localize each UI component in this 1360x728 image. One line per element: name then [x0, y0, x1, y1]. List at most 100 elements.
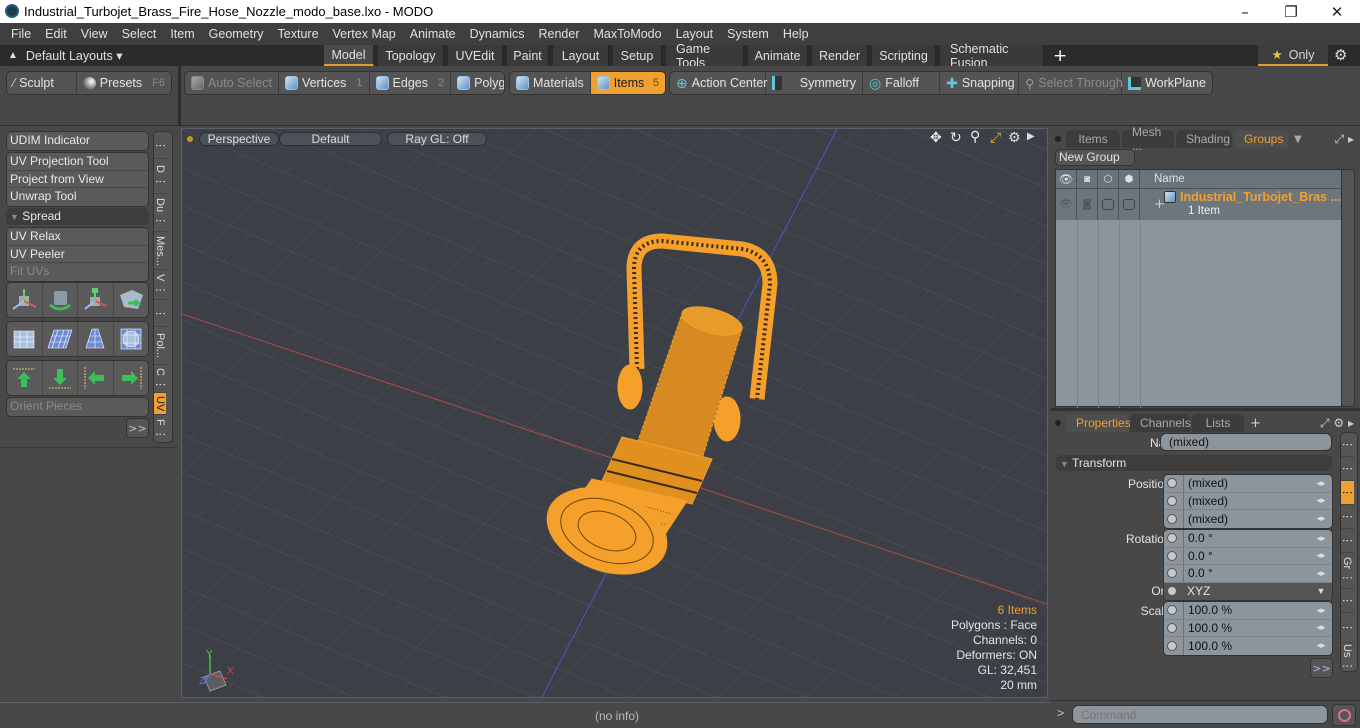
menu-system[interactable]: System	[720, 27, 776, 41]
tab-scripting[interactable]: Scripting	[872, 45, 936, 66]
tab-properties[interactable]: Properties	[1066, 414, 1131, 432]
close-button[interactable]: ✕	[1314, 0, 1360, 23]
tab-animate[interactable]: Animate	[748, 45, 808, 66]
rvtab-4[interactable]: ⋮	[1341, 505, 1354, 529]
pan-view-icon[interactable]: ✥	[930, 130, 942, 146]
rotation-y-keyframe-toggle[interactable]	[1167, 550, 1177, 561]
menu-file[interactable]: File	[4, 27, 38, 41]
maximize-button[interactable]: ❐	[1268, 0, 1314, 23]
position-x-keyframe-toggle[interactable]	[1167, 478, 1177, 489]
menu-help[interactable]: Help	[776, 27, 816, 41]
menu-item[interactable]: Item	[163, 27, 201, 41]
tab-channels[interactable]: Channels	[1130, 414, 1191, 432]
groups-scrollbar[interactable]	[1341, 169, 1355, 407]
scale-y-slider-arrows-icon[interactable]: ◂▸	[1310, 622, 1332, 633]
panel-maximize-icon[interactable]: ⤢ ▸	[1335, 130, 1354, 148]
uv-rotate-button[interactable]	[43, 283, 78, 317]
command-input[interactable]	[1072, 705, 1328, 724]
menu-animate[interactable]: Animate	[403, 27, 463, 41]
position-z-field[interactable]: (mixed)	[1183, 510, 1310, 528]
transform-section-header[interactable]: ▼ Transform	[1056, 455, 1332, 471]
rvtab-2[interactable]: ⋮	[1341, 457, 1354, 481]
layout-settings-gear-icon[interactable]: ⚙	[1334, 46, 1347, 64]
scale-y-field[interactable]: 100.0 %	[1183, 619, 1310, 636]
workplane-button[interactable]: WorkPlane	[1122, 72, 1212, 94]
scale-x-slider-arrows-icon[interactable]: ◂▸	[1310, 605, 1332, 616]
viewport-expand-arrow-icon[interactable]: ▶	[1027, 131, 1035, 142]
shading-mode-dropdown[interactable]: Default	[279, 132, 382, 146]
rotation-y-field[interactable]: 0.0 °	[1183, 547, 1310, 564]
tab-topology[interactable]: Topology	[378, 45, 444, 66]
dropdown-arrow-icon[interactable]: ▼	[1310, 586, 1332, 596]
vtab-uv[interactable]: UV	[154, 393, 166, 415]
scale-z-keyframe-toggle[interactable]	[1167, 640, 1177, 651]
group-lock-checkbox[interactable]	[1098, 189, 1119, 220]
viewport-scene[interactable]: Y X Z	[182, 129, 1047, 697]
uv-move-button[interactable]	[7, 283, 43, 317]
items-button[interactable]: Items 5	[590, 72, 665, 94]
align-top-button[interactable]	[7, 361, 43, 395]
position-z-slider-arrows-icon[interactable]: ◂▸	[1310, 513, 1332, 524]
rvtab-8[interactable]: ⋮	[1341, 613, 1354, 643]
visibility-column-eye-icon[interactable]: 👁	[1056, 170, 1077, 188]
rvtab-1[interactable]: ⋮	[1341, 433, 1354, 457]
render-column-camera-icon[interactable]: ◙	[1077, 170, 1098, 188]
position-y-slider-arrows-icon[interactable]: ◂▸	[1310, 495, 1332, 506]
uv-transform-button[interactable]	[114, 283, 149, 317]
menu-geometry[interactable]: Geometry	[202, 27, 271, 41]
vtab-1[interactable]: ⋮	[154, 132, 167, 159]
presets-button[interactable]: Presets F6	[77, 72, 171, 94]
rotate-view-icon[interactable]: ↻	[950, 130, 962, 146]
scale-x-keyframe-toggle[interactable]	[1167, 605, 1177, 616]
group-visibility-eye-icon[interactable]: 👁	[1056, 189, 1077, 220]
add-properties-tab-button[interactable]: +	[1246, 414, 1261, 432]
rotation-order-dropdown[interactable]: XYZ	[1183, 583, 1310, 601]
groups-panel-menu-dot[interactable]	[1055, 136, 1061, 142]
tab-items[interactable]: Items	[1066, 130, 1120, 148]
3d-viewport[interactable]: Y X Z Perspective Default Ray GL: Off ✥ …	[181, 128, 1048, 698]
spherical-projection-button[interactable]	[114, 322, 149, 356]
snapping-button[interactable]: ✚ Snapping	[940, 72, 1020, 94]
tab-model[interactable]: Model	[324, 45, 374, 66]
scale-z-slider-arrows-icon[interactable]: ◂▸	[1310, 640, 1332, 651]
vtab-mesh[interactable]: Mes...	[154, 232, 166, 270]
planar-projection-button[interactable]	[43, 322, 78, 356]
uv-peeler-button[interactable]: UV Peeler	[7, 245, 148, 263]
scale-x-field[interactable]: 100.0 %	[1183, 602, 1310, 619]
tab-groups[interactable]: Groups	[1234, 130, 1288, 148]
action-center-button[interactable]: ⊕ Action Center	[670, 72, 767, 94]
tab-shading[interactable]: Shading	[1176, 130, 1232, 148]
uv-projection-tool-button[interactable]: UV Projection Tool	[7, 153, 148, 171]
rvtab-us[interactable]: Us ⋮	[1341, 643, 1354, 671]
group-render-camera-icon[interactable]: ◙	[1077, 189, 1098, 220]
minimize-button[interactable]: –	[1222, 0, 1268, 23]
tabs-dropdown-icon[interactable]: ▼	[1290, 130, 1302, 148]
rotation-z-field[interactable]: 0.0 °	[1183, 565, 1310, 582]
tab-schematic-fusion[interactable]: Schematic Fusion	[940, 42, 1044, 70]
rotation-y-slider-arrows-icon[interactable]: ◂▸	[1310, 550, 1332, 561]
uv-scale-button[interactable]	[78, 283, 114, 317]
fit-uvs-button[interactable]: Fit UVs	[7, 263, 148, 281]
position-x-field[interactable]: (mixed)	[1183, 475, 1310, 492]
symmetry-button[interactable]: Symmetry	[766, 72, 863, 94]
orient-pieces-button[interactable]: Orient Pieces	[7, 398, 148, 416]
vtab-pol[interactable]: Pol...	[154, 327, 166, 365]
rotation-x-keyframe-toggle[interactable]	[1167, 533, 1177, 544]
tab-setup[interactable]: Setup	[613, 45, 662, 66]
rvtab-gr[interactable]: Gr ⋮	[1341, 553, 1354, 589]
fit-view-icon[interactable]: ⤢	[990, 130, 1001, 146]
vertices-button[interactable]: Vertices 1	[279, 72, 370, 94]
default-layouts-dropdown[interactable]: ▲ Default Layouts ▾	[8, 47, 123, 64]
rotation-x-slider-arrows-icon[interactable]: ◂▸	[1310, 533, 1332, 544]
zoom-view-icon[interactable]: ⚲	[970, 129, 980, 145]
tab-paint[interactable]: Paint	[507, 45, 549, 66]
udim-indicator-button[interactable]: UDIM Indicator	[7, 132, 148, 150]
rvtab-5[interactable]: ⋮	[1341, 529, 1354, 553]
tab-mesh[interactable]: Mesh ...	[1122, 125, 1174, 153]
vtab-f[interactable]: F ⋮	[154, 415, 167, 442]
scale-z-field[interactable]: 100.0 %	[1183, 637, 1310, 655]
raygl-toggle[interactable]: Ray GL: Off	[387, 132, 487, 146]
tab-game-tools[interactable]: Game Tools	[666, 42, 744, 70]
position-y-field[interactable]: (mixed)	[1183, 492, 1310, 509]
tab-render[interactable]: Render	[812, 45, 868, 66]
